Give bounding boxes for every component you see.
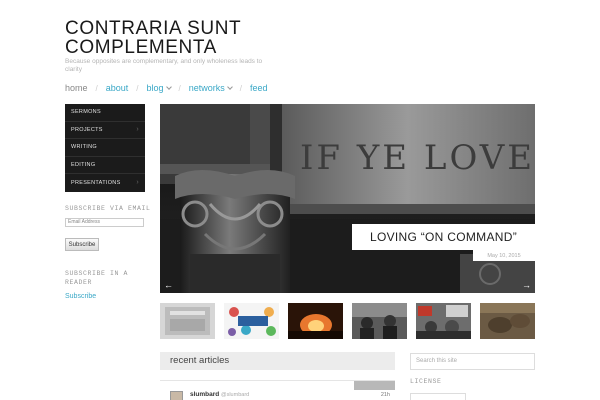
- subscribe-reader-link[interactable]: Subscribe: [65, 293, 96, 300]
- nav-separator: /: [136, 83, 139, 93]
- sidebar-item-projects[interactable]: PROJECTS ›: [65, 122, 145, 139]
- chevron-down-icon: [226, 84, 233, 90]
- sidebar-item-label: EDITING: [71, 161, 96, 168]
- sidebar-item-sermons[interactable]: SERMONS: [65, 104, 145, 122]
- sidebar-item-label: WRITING: [71, 144, 97, 151]
- chevron-right-icon: ›: [136, 179, 139, 187]
- featured-slider[interactable]: IF YE LOVE ME LOVING “ON COMMAND” May 10…: [160, 104, 535, 293]
- subscribe-reader-heading: SUBSCRIBE IN A READER: [65, 269, 128, 287]
- subscribe-reader-heading-line2: READER: [65, 279, 93, 286]
- nav-item-home[interactable]: home: [65, 83, 88, 93]
- recent-articles-title: recent articles: [170, 355, 230, 366]
- sidebar-item-label: SERMONS: [71, 109, 101, 116]
- tweet-author-name[interactable]: slumbard: [190, 391, 219, 398]
- license-heading: LICENSE: [410, 378, 442, 385]
- slider-thumbnails: [160, 303, 535, 339]
- thumbnail-2[interactable]: [224, 303, 279, 339]
- sidebar-item-presentations[interactable]: PRESENTATIONS ›: [65, 174, 145, 192]
- nav-item-blog[interactable]: blog: [146, 83, 172, 93]
- avatar[interactable]: [170, 391, 183, 400]
- sidebar-item-writing[interactable]: WRITING: [65, 139, 145, 157]
- tweet-item: slumbard @slumbard 21h: [160, 380, 395, 400]
- license-badge: [410, 393, 466, 400]
- thumbnail-3[interactable]: [288, 303, 343, 339]
- subscribe-email-heading: SUBSCRIBE VIA EMAIL: [65, 205, 151, 212]
- featured-image: IF YE LOVE ME: [160, 104, 535, 293]
- sidebar-menu: SERMONS PROJECTS › WRITING EDITING PRESEN…: [65, 104, 145, 192]
- chevron-down-icon: [165, 84, 172, 90]
- tweet-author-handle[interactable]: @slumbard: [221, 392, 249, 398]
- email-field[interactable]: Email Address: [65, 218, 144, 227]
- site-title[interactable]: CONTRARIA SUNT COMPLEMENTA: [65, 19, 325, 57]
- sidebar-item-label: PROJECTS: [71, 126, 103, 133]
- tweet-timestamp[interactable]: 21h: [381, 392, 390, 398]
- thumbnail-4[interactable]: [352, 303, 407, 339]
- thumbnail-6[interactable]: [480, 303, 535, 339]
- nav-separator: /: [95, 83, 98, 93]
- thumbnail-5[interactable]: [416, 303, 471, 339]
- sidebar-item-editing[interactable]: EDITING: [65, 157, 145, 174]
- slide-date: May 10, 2015: [473, 250, 535, 261]
- subscribe-button[interactable]: Subscribe: [65, 238, 99, 251]
- nav-separator: /: [239, 83, 243, 93]
- carved-inscription: IF YE LOVE ME: [300, 138, 535, 178]
- nav-item-feed[interactable]: feed: [250, 83, 268, 93]
- search-input[interactable]: Search this site: [410, 353, 535, 370]
- nav-separator: /: [178, 83, 181, 93]
- top-navigation: home / about / blog / networks / feed: [65, 82, 276, 94]
- subscribe-reader-heading-line1: SUBSCRIBE IN A: [65, 270, 129, 277]
- recent-articles-header: recent articles: [160, 352, 395, 370]
- arrow-left-icon[interactable]: ←: [164, 281, 173, 290]
- slide-caption[interactable]: LOVING “ON COMMAND”: [352, 224, 535, 250]
- chevron-right-icon: ›: [136, 126, 139, 134]
- nav-item-networks[interactable]: networks: [188, 83, 233, 93]
- nav-item-about[interactable]: about: [106, 83, 129, 93]
- nav-item-label: blog: [146, 83, 164, 93]
- sidebar-item-label: PRESENTATIONS: [71, 179, 121, 186]
- nav-item-label: networks: [188, 83, 225, 93]
- thumbnail-1[interactable]: [160, 303, 215, 339]
- site-tagline: Because opposites are complementary, and…: [65, 58, 263, 73]
- arrow-right-icon[interactable]: →: [522, 281, 531, 290]
- tweet-widget-bar: [354, 381, 395, 390]
